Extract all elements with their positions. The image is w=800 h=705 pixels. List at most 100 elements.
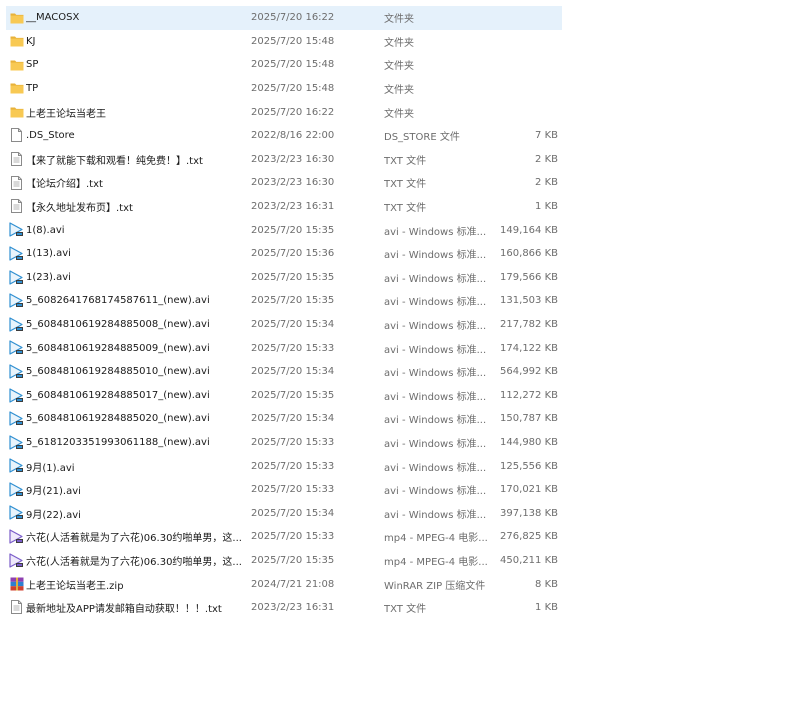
file-type: avi - Windows 标准... bbox=[384, 462, 487, 474]
file-row[interactable]: 1(23).avi 2025/7/20 15:35 avi - Windows 标准… bbox=[6, 266, 562, 290]
file-name: .DS_Store bbox=[26, 130, 75, 142]
file-size: 149,164 KB bbox=[500, 224, 558, 236]
file-row[interactable]: 5_6084810619284885017_(new).avi 2025/7/20… bbox=[6, 384, 562, 408]
file-row[interactable]: 9月(22).avi 2025/7/20 15:34 avi - Windows 标… bbox=[6, 501, 562, 525]
file-name: 1(23).avi bbox=[26, 271, 71, 283]
video-file-icon bbox=[9, 364, 24, 379]
file-row[interactable]: 5_6084810619284885010_(new).avi 2025/7/20… bbox=[6, 360, 562, 384]
video-file-icon bbox=[9, 222, 24, 237]
file-type: avi - Windows 标准... bbox=[384, 250, 487, 262]
file-name: 5_6084810619284885017_(new).avi bbox=[26, 389, 210, 401]
file-size: 2 KB bbox=[535, 153, 558, 165]
file-row[interactable]: 【来了就能下载和观看！纯免费！】.txt 2023/2/23 16:30 TXT 文… bbox=[6, 148, 562, 172]
video-file-icon bbox=[9, 505, 24, 521]
file-type: mp4 - MPEG-4 电影... bbox=[384, 533, 488, 545]
file-name: 5_6082641768174587611_(new).avi bbox=[26, 295, 210, 307]
file-row[interactable]: __MACOSX 2025/7/20 16:22 文件夹 bbox=[6, 6, 562, 30]
file-date-modified: 2023/2/23 16:31 bbox=[251, 201, 335, 213]
file-row[interactable]: 1(8).avi 2025/7/20 15:35 avi - Windows 标准.… bbox=[6, 218, 562, 242]
video-file-icon bbox=[9, 340, 24, 355]
file-row[interactable]: 9月(1).avi 2025/7/20 15:33 avi - Windows 标准… bbox=[6, 454, 562, 478]
file-type: 文件夹 bbox=[384, 61, 414, 73]
file-row[interactable]: 1(13).avi 2025/7/20 15:36 avi - Windows 标准… bbox=[6, 242, 562, 266]
file-row[interactable]: 上老王论坛当老王 2025/7/20 16:22 文件夹 bbox=[6, 100, 562, 124]
file-row[interactable]: KJ 2025/7/20 15:48 文件夹 bbox=[6, 30, 562, 54]
file-name: 1(13).avi bbox=[26, 248, 71, 260]
file-row[interactable]: .DS_Store 2022/8/16 22:00 DS_STORE 文件 7 KB bbox=[6, 124, 562, 148]
file-type: avi - Windows 标准... bbox=[384, 509, 487, 521]
folder-icon bbox=[9, 34, 24, 49]
file-name: KJ bbox=[26, 35, 36, 47]
file-name: 上老王论坛当老王.zip bbox=[26, 580, 124, 592]
file-type: avi - Windows 标准... bbox=[384, 344, 487, 356]
text-file-icon bbox=[9, 199, 24, 214]
mp4-file-icon bbox=[9, 529, 24, 544]
file-size: 174,122 KB bbox=[500, 342, 558, 354]
file-type: avi - Windows 标准... bbox=[384, 321, 487, 333]
file-date-modified: 2025/7/20 15:34 bbox=[251, 319, 335, 331]
file-row[interactable]: 六花(人活着就是为了六花)06.30约啪单男，这... 2025/7/20 15:… bbox=[6, 549, 562, 573]
file-row[interactable]: 【论坛介绍】.txt 2023/2/23 16:30 TXT 文件 2 KB bbox=[6, 171, 562, 195]
file-type: avi - Windows 标准... bbox=[384, 486, 487, 498]
file-name: 上老王论坛当老王 bbox=[26, 108, 106, 120]
text-file-icon bbox=[9, 600, 24, 615]
file-size: 125,556 KB bbox=[500, 460, 558, 472]
video-file-icon bbox=[9, 435, 24, 450]
file-date-modified: 2024/7/21 21:08 bbox=[251, 578, 335, 590]
file-name: 六花(人活着就是为了六花)06.30约啪单男，这... bbox=[26, 533, 242, 545]
text-file-icon bbox=[9, 152, 24, 167]
file-row[interactable]: 5_6082641768174587611_(new).avi 2025/7/20… bbox=[6, 289, 562, 313]
winrar-archive-icon bbox=[9, 576, 24, 591]
file-row[interactable]: 上老王论坛当老王.zip 2024/7/21 21:08 WinRAR ZIP 压缩… bbox=[6, 572, 562, 596]
file-date-modified: 2025/7/20 15:35 bbox=[251, 295, 335, 307]
file-type: 文件夹 bbox=[384, 37, 414, 49]
file-row[interactable]: 5_6084810619284885008_(new).avi 2025/7/20… bbox=[6, 313, 562, 337]
video-file-icon bbox=[9, 411, 24, 426]
file-size: 7 KB bbox=[535, 130, 558, 142]
file-name: SP bbox=[26, 59, 39, 71]
file-row[interactable]: TP 2025/7/20 15:48 文件夹 bbox=[6, 77, 562, 101]
file-row[interactable]: 5_6084810619284885009_(new).avi 2025/7/20… bbox=[6, 336, 562, 360]
file-date-modified: 2025/7/20 15:35 bbox=[251, 271, 335, 283]
file-row[interactable]: 9月(21).avi 2025/7/20 15:33 avi - Windows 标… bbox=[6, 478, 562, 502]
file-size: 564,992 KB bbox=[500, 366, 558, 378]
file-type: avi - Windows 标准... bbox=[384, 391, 487, 403]
file-date-modified: 2025/7/20 15:34 bbox=[251, 366, 335, 378]
file-name: 5_6084810619284885010_(new).avi bbox=[26, 366, 210, 378]
video-file-icon bbox=[9, 269, 24, 285]
file-name: 5_6181203351993061188_(new).avi bbox=[26, 436, 210, 448]
file-name: 9月(22).avi bbox=[26, 509, 81, 521]
file-date-modified: 2025/7/20 15:33 bbox=[251, 436, 335, 448]
mp4-file-icon bbox=[9, 553, 24, 568]
file-date-modified: 2022/8/16 22:00 bbox=[251, 130, 335, 142]
file-name: __MACOSX bbox=[26, 12, 80, 24]
file-row[interactable]: 5_6181203351993061188_(new).avi 2025/7/20… bbox=[6, 431, 562, 455]
file-row[interactable]: 【永久地址发布页】.txt 2023/2/23 16:31 TXT 文件 1 KB bbox=[6, 195, 562, 219]
file-type: avi - Windows 标准... bbox=[384, 226, 487, 238]
file-date-modified: 2025/7/20 15:33 bbox=[251, 460, 335, 472]
file-type: TXT 文件 bbox=[384, 179, 427, 191]
folder-icon bbox=[9, 104, 24, 119]
file-row[interactable]: 六花(人活着就是为了六花)06.30约啪单男，这... 2025/7/20 15:… bbox=[6, 525, 562, 549]
file-row[interactable]: 5_6084810619284885020_(new).avi 2025/7/20… bbox=[6, 407, 562, 431]
file-size: 144,980 KB bbox=[500, 436, 558, 448]
file-size: 397,138 KB bbox=[500, 507, 558, 519]
file-type: WinRAR ZIP 压缩文件 bbox=[384, 580, 486, 592]
file-date-modified: 2025/7/20 15:35 bbox=[251, 224, 335, 236]
file-size: 2 KB bbox=[535, 177, 558, 189]
file-size: 112,272 KB bbox=[500, 389, 558, 401]
file-size: 1 KB bbox=[535, 201, 558, 213]
file-date-modified: 2025/7/20 15:34 bbox=[251, 507, 335, 519]
file-date-modified: 2025/7/20 15:48 bbox=[251, 83, 335, 95]
file-date-modified: 2023/2/23 16:31 bbox=[251, 602, 335, 614]
file-row[interactable]: 最新地址及APP请发邮箱自动获取！！！.txt 2023/2/23 16:31 TX… bbox=[6, 596, 562, 620]
file-name: 5_6084810619284885009_(new).avi bbox=[26, 342, 210, 354]
file-size: 1 KB bbox=[535, 602, 558, 614]
file-date-modified: 2025/7/20 15:33 bbox=[251, 484, 335, 496]
file-size: 170,021 KB bbox=[500, 484, 558, 496]
file-size: 450,211 KB bbox=[500, 554, 558, 566]
file-size: 131,503 KB bbox=[500, 295, 558, 307]
file-size: 150,787 KB bbox=[500, 413, 558, 425]
file-date-modified: 2023/2/23 16:30 bbox=[251, 177, 335, 189]
file-row[interactable]: SP 2025/7/20 15:48 文件夹 bbox=[6, 53, 562, 77]
